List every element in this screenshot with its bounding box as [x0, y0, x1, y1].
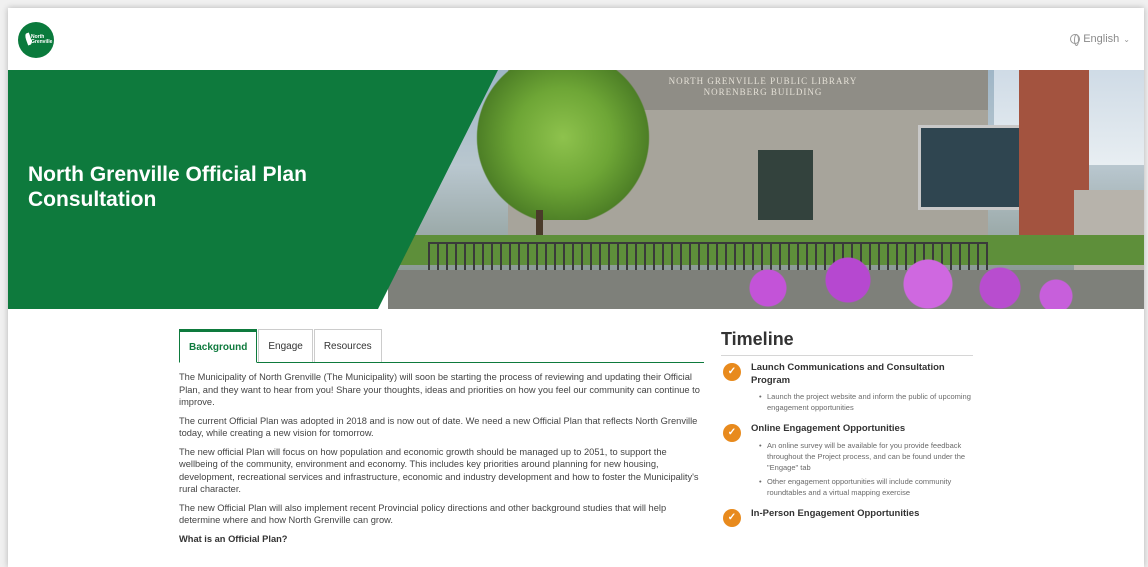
language-label: English [1083, 33, 1120, 45]
tree [473, 70, 653, 220]
hero-banner: NORTH GRENVILLE PUBLIC LIBRARY NORENBERG… [8, 70, 1144, 309]
paragraph-new-plan: The new official Plan will focus on how … [179, 446, 699, 495]
tab-engage[interactable]: Engage [258, 329, 313, 362]
timeline-item-heading: Online Engagement Opportunities [751, 423, 906, 434]
timeline-title: Timeline [721, 329, 973, 356]
timeline-bullet: An online survey will be available for y… [759, 440, 973, 473]
chevron-down-icon: ⌄ [1123, 34, 1130, 44]
site-header: North Grenville English ⌄ [8, 8, 1144, 70]
timeline-panel: Timeline ✓ Launch Communications and Con… [721, 329, 973, 527]
timeline-bullet: Launch the project website and inform th… [759, 391, 973, 413]
main-content: Background Engage Resources The Municipa… [8, 309, 1144, 567]
north-grenville-logo[interactable]: North Grenville [18, 22, 54, 58]
timeline-bullet: Other engagement opportunities will incl… [759, 476, 973, 498]
timeline-item: ✓ In-Person Engagement Opportunities [721, 507, 973, 527]
background-article: The Municipality of North Grenville (The… [179, 371, 704, 551]
timeline-item-heading: Launch Communications and Consultation P… [751, 362, 945, 386]
subheading-what-is-official-plan: What is an Official Plan? [179, 533, 288, 544]
timeline-item: ✓ Launch Communications and Consultation… [721, 362, 973, 413]
content-tabs: Background Engage Resources [179, 329, 704, 363]
globe-icon [1070, 34, 1081, 46]
browser-page: North Grenville English ⌄ NORTH GRENVILL… [8, 8, 1144, 567]
tab-resources[interactable]: Resources [313, 329, 382, 362]
building-sign: NORTH GRENVILLE PUBLIC LIBRARY NORENBERG… [668, 76, 858, 97]
language-selector[interactable]: English ⌄ [1070, 33, 1130, 46]
library-photo: NORTH GRENVILLE PUBLIC LIBRARY NORENBERG… [388, 70, 1144, 309]
paragraph-intro: The Municipality of North Grenville (The… [179, 372, 700, 407]
paragraph-provincial: The new Official Plan will also implemen… [179, 502, 667, 526]
check-circle-icon: ✓ [723, 363, 741, 381]
timeline-item: ✓ Online Engagement Opportunities An onl… [721, 423, 973, 498]
paragraph-current-plan: The current Official Plan was adopted in… [179, 415, 698, 439]
logo-text: North Grenville [31, 34, 53, 45]
petunia-flowers [688, 240, 1088, 309]
tab-background[interactable]: Background [179, 329, 258, 363]
check-circle-icon: ✓ [723, 508, 741, 527]
timeline-item-heading: In-Person Engagement Opportunities [751, 507, 920, 519]
check-circle-icon: ✓ [723, 424, 741, 442]
page-title: North Grenville Official Plan Consultati… [28, 163, 307, 211]
